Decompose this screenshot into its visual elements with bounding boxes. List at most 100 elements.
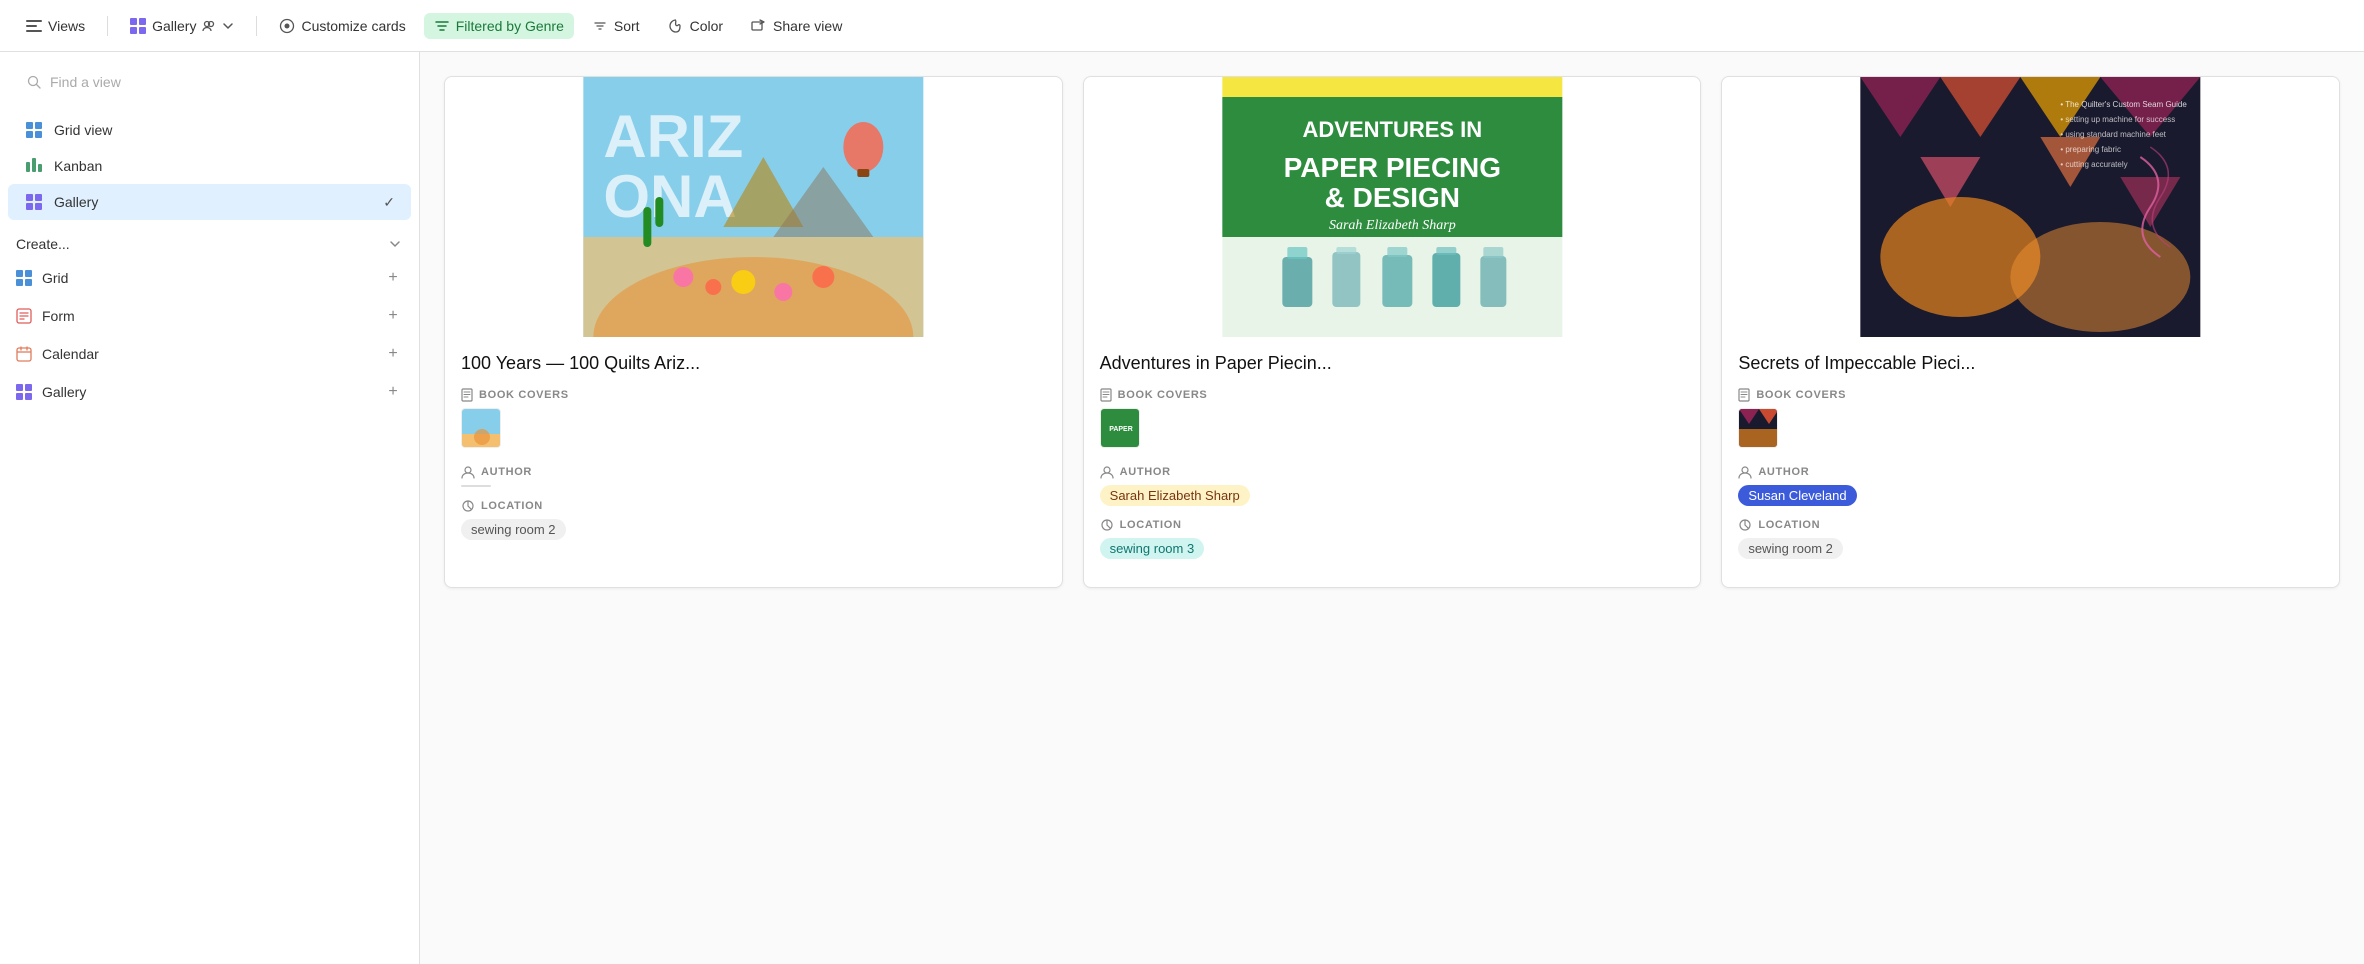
- sort-icon: [592, 18, 608, 34]
- location-label-text-1: LOCATION: [1120, 519, 1182, 531]
- grid-view-icon: [24, 120, 44, 140]
- views-button[interactable]: Views: [16, 13, 95, 39]
- author-icon-0: [461, 465, 475, 479]
- card-body-0: 100 Years — 100 Quilts Ariz... BOOK COVE…: [445, 337, 1062, 568]
- create-items: Grid + Form + Calendar + Gallery +: [0, 260, 419, 410]
- hamburger-icon: [26, 20, 42, 32]
- author-field-1: AUTHOR Sarah Elizabeth Sharp: [1100, 465, 1685, 506]
- color-button[interactable]: Color: [658, 13, 733, 39]
- svg-text:Sarah Elizabeth Sharp: Sarah Elizabeth Sharp: [1329, 218, 1456, 233]
- sort-button[interactable]: Sort: [582, 13, 650, 39]
- sidebar: Find a view Grid view Kanban Gallery ✓ C…: [0, 52, 420, 964]
- customize-label: Customize cards: [301, 18, 405, 34]
- card-cover-image-0: ARIZ ONA: [445, 77, 1062, 337]
- author-label-text-0: AUTHOR: [481, 466, 532, 478]
- create-gallery2-plus[interactable]: +: [383, 382, 403, 402]
- author-label-1: AUTHOR: [1100, 465, 1685, 479]
- book-cover-thumb-2: [1738, 408, 1778, 448]
- book-covers-label-text-1: BOOK COVERS: [1118, 389, 1208, 401]
- card-title-1: Adventures in Paper Piecin...: [1100, 353, 1685, 374]
- card-cover-image-2: • The Quilter's Custom Seam Guide • sett…: [1722, 77, 2339, 337]
- author-field-2: AUTHOR Susan Cleveland: [1738, 465, 2323, 506]
- location-icon-1: [1100, 518, 1114, 532]
- location-field-2: LOCATION sewing room 2: [1738, 518, 2323, 559]
- create-form-plus[interactable]: +: [383, 306, 403, 326]
- search-icon: [26, 74, 42, 90]
- grid-view-label: Grid view: [54, 122, 112, 138]
- toolbar: Views Gallery Customize cards Filtered b…: [0, 0, 2364, 52]
- book-covers-label-text-2: BOOK COVERS: [1756, 389, 1846, 401]
- create-grid-plus[interactable]: +: [383, 268, 403, 288]
- sidebar-item-grid[interactable]: Grid view: [8, 112, 411, 148]
- document-icon-1: [1100, 388, 1112, 402]
- gallery-card-1[interactable]: ADVENTURES IN PAPER PIECING & DESIGN Sar…: [1083, 76, 1702, 588]
- svg-text:• using standard machine feet: • using standard machine feet: [2061, 130, 2167, 139]
- document-icon-2: [1738, 388, 1750, 402]
- svg-text:ARIZ: ARIZ: [603, 103, 743, 170]
- create-grid-item[interactable]: Grid +: [0, 260, 419, 296]
- book-covers-label-2: BOOK COVERS: [1738, 388, 2323, 402]
- author-label-text-2: AUTHOR: [1758, 466, 1809, 478]
- location-label-text-2: LOCATION: [1758, 519, 1820, 531]
- card-image-container-2: • The Quilter's Custom Seam Guide • sett…: [1722, 77, 2339, 337]
- create-form-item[interactable]: Form +: [0, 298, 419, 334]
- gallery-area: ARIZ ONA: [420, 52, 2364, 964]
- author-label-0: AUTHOR: [461, 465, 1046, 479]
- book-covers-field-2: BOOK COVERS: [1738, 388, 2323, 453]
- color-icon: [668, 18, 684, 34]
- svg-text:& DESIGN: & DESIGN: [1324, 182, 1459, 213]
- author-label-text-1: AUTHOR: [1120, 466, 1171, 478]
- document-icon-0: [461, 388, 473, 402]
- create-calendar-item[interactable]: Calendar +: [0, 336, 419, 372]
- create-gallery2-item[interactable]: Gallery +: [0, 374, 419, 410]
- chevron-down-icon: [222, 20, 234, 32]
- create-section-header: Create...: [0, 220, 419, 260]
- location-icon-0: [461, 499, 475, 513]
- gallery-card-2[interactable]: • The Quilter's Custom Seam Guide • sett…: [1721, 76, 2340, 588]
- book-covers-label-text-0: BOOK COVERS: [479, 389, 569, 401]
- sidebar-item-kanban[interactable]: Kanban: [8, 148, 411, 184]
- location-tag-0: sewing room 2: [461, 519, 566, 540]
- create-grid-label: Grid: [42, 270, 68, 286]
- gallery-view-icon: [130, 18, 146, 34]
- svg-text:ONA: ONA: [603, 163, 736, 230]
- card-image-container-0: ARIZ ONA: [445, 77, 1062, 337]
- location-field-1: LOCATION sewing room 3: [1100, 518, 1685, 559]
- card-image-container-1: ADVENTURES IN PAPER PIECING & DESIGN Sar…: [1084, 77, 1701, 337]
- book-covers-label-0: BOOK COVERS: [461, 388, 1046, 402]
- create-calendar-icon: [16, 346, 32, 362]
- book-covers-label-1: BOOK COVERS: [1100, 388, 1685, 402]
- book-covers-field-0: BOOK COVERS: [461, 388, 1046, 453]
- svg-text:• preparing fabric: • preparing fabric: [2061, 145, 2122, 154]
- people-icon: [202, 19, 216, 33]
- filter-button[interactable]: Filtered by Genre: [424, 13, 574, 39]
- author-tag-2: Susan Cleveland: [1738, 485, 1856, 506]
- share-view-button[interactable]: Share view: [741, 13, 852, 39]
- author-tag-1: Sarah Elizabeth Sharp: [1100, 485, 1250, 506]
- chevron-down-create-icon[interactable]: [387, 236, 403, 252]
- location-icon-2: [1738, 518, 1752, 532]
- card-cover-image-1: ADVENTURES IN PAPER PIECING & DESIGN Sar…: [1084, 77, 1701, 337]
- location-label-text-0: LOCATION: [481, 500, 543, 512]
- svg-text:PAPER: PAPER: [1109, 426, 1133, 433]
- location-field-0: LOCATION sewing room 2: [461, 499, 1046, 540]
- active-checkmark: ✓: [383, 194, 395, 211]
- sort-label: Sort: [614, 18, 640, 34]
- gallery-card-0[interactable]: ARIZ ONA: [444, 76, 1063, 588]
- create-calendar-plus[interactable]: +: [383, 344, 403, 364]
- location-label-1: LOCATION: [1100, 518, 1685, 532]
- svg-text:• cutting accurately: • cutting accurately: [2061, 160, 2128, 169]
- customize-icon: [279, 18, 295, 34]
- sidebar-item-gallery[interactable]: Gallery ✓: [8, 184, 411, 220]
- svg-text:PAPER PIECING: PAPER PIECING: [1283, 152, 1500, 183]
- gallery-label: Gallery: [152, 18, 196, 34]
- svg-text:• The Quilter's Custom Seam Gu: • The Quilter's Custom Seam Guide: [2061, 100, 2188, 109]
- main-layout: Find a view Grid view Kanban Gallery ✓ C…: [0, 52, 2364, 964]
- customize-cards-button[interactable]: Customize cards: [269, 13, 415, 39]
- create-form-icon: [16, 308, 32, 324]
- author-empty-0: [461, 485, 491, 487]
- gallery-view-button[interactable]: Gallery: [120, 13, 244, 39]
- kanban-label: Kanban: [54, 158, 102, 174]
- author-icon-2: [1738, 465, 1752, 479]
- book-covers-field-1: BOOK COVERS PAPER: [1100, 388, 1685, 453]
